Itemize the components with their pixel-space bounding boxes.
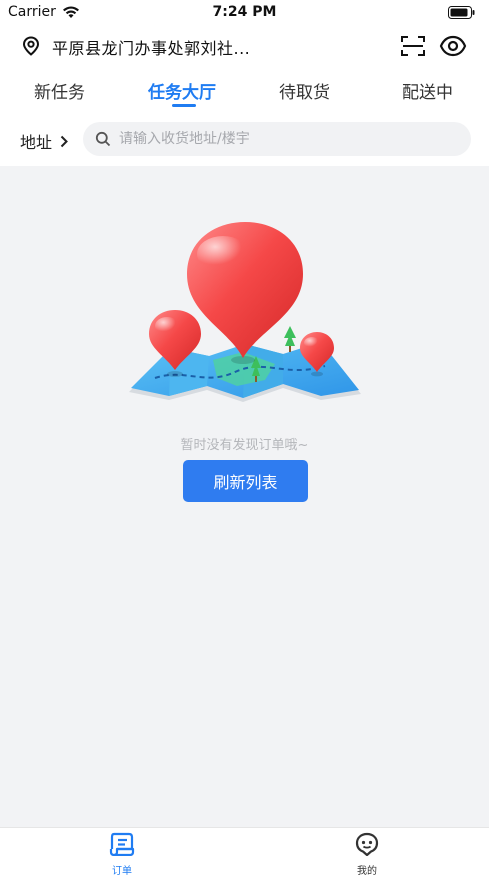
- scan-icon[interactable]: [400, 34, 426, 58]
- current-address[interactable]: 平原县龙门办事处郭刘社...: [52, 35, 250, 59]
- tab-task-hall[interactable]: 任务大厅: [148, 78, 216, 103]
- task-list-area: 暂时没有发现订单哦~ 刷新列表: [0, 166, 489, 827]
- chevron-right-icon: [60, 135, 68, 147]
- tab-bar-label-orders: 订单: [112, 866, 132, 875]
- tab-bar-label-mine: 我的: [357, 866, 377, 875]
- tab-delivering[interactable]: 配送中: [402, 78, 453, 103]
- address-filter[interactable]: 地址: [20, 129, 68, 153]
- search-box: [83, 122, 471, 156]
- active-tab-indicator: [172, 104, 196, 107]
- status-bar: Carrier 7:24 PM: [0, 0, 489, 26]
- eye-icon[interactable]: [439, 34, 467, 58]
- tab-new-tasks[interactable]: 新任务: [34, 78, 85, 103]
- battery-icon: [448, 6, 475, 19]
- search-input[interactable]: [119, 131, 449, 147]
- search-icon: [95, 131, 111, 147]
- tab-bar-item-mine[interactable]: 我的: [337, 832, 397, 875]
- location-pin-icon: [22, 36, 40, 56]
- location-bar: 平原县龙门办事处郭刘社...: [0, 30, 489, 62]
- clock: 7:24 PM: [212, 4, 277, 20]
- orders-icon: [109, 832, 135, 857]
- profile-icon: [355, 832, 379, 857]
- tab-pending-pickup[interactable]: 待取货: [279, 78, 330, 103]
- refresh-list-button[interactable]: 刷新列表: [183, 460, 308, 502]
- bottom-tab-bar: 订单 我的: [0, 827, 489, 875]
- tab-bar-item-orders[interactable]: 订单: [92, 832, 152, 875]
- task-tabs: 新任务 任务大厅 待取货 配送中: [0, 72, 489, 112]
- search-row: 地址: [0, 120, 489, 160]
- empty-state-message: 暂时没有发现订单哦~: [180, 438, 309, 453]
- empty-map-illustration: [129, 222, 361, 402]
- address-filter-label: 地址: [20, 133, 53, 152]
